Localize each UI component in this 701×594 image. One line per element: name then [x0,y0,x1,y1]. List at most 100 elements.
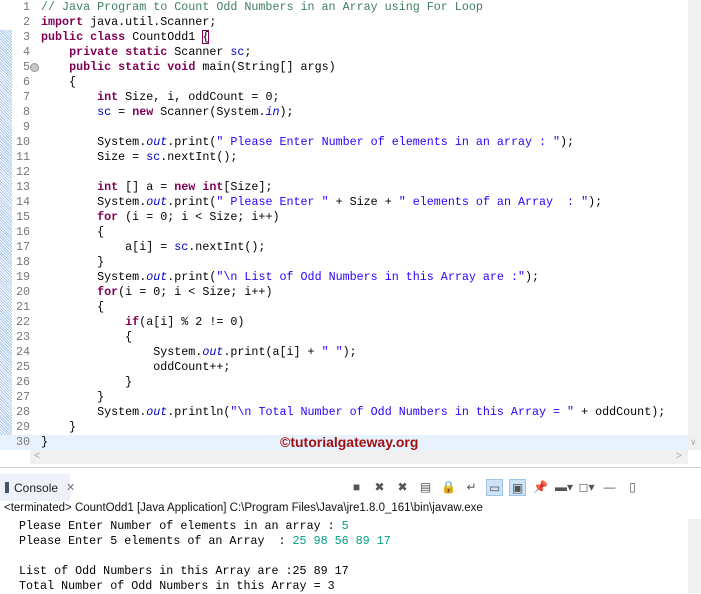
code-line[interactable]: 2 import java.util.Scanner; [0,15,688,30]
code-text: .print(a[i] + [223,345,322,359]
code-line[interactable]: 23 { [0,330,688,345]
open-console-icon[interactable]: ◻▾ [578,479,595,496]
line-text: Size = sc.nextInt(); [41,150,237,165]
code-text: } [41,255,105,269]
close-icon[interactable]: ✕ [66,481,75,494]
horizontal-scrollbar[interactable]: < > [30,450,688,464]
console-user-input: 5 [341,519,349,533]
code-line[interactable]: 4 private static Scanner sc; [0,45,688,60]
string-literal: " Please Enter " [216,195,329,209]
code-line[interactable]: 15 for (i = 0; i < Size; i++) [0,210,688,225]
console-line: Please Enter Number of elements in an ar… [0,519,688,534]
code-line[interactable]: 27 } [0,390,688,405]
code-line[interactable]: 28 System.out.println("\n Total Number o… [0,405,688,420]
code-line[interactable]: 10 System.out.print(" Please Enter Numbe… [0,135,688,150]
line-text: System.out.println("\n Total Number of O… [41,405,665,420]
code-line[interactable]: 25 oddCount++; [0,360,688,375]
keyword: class [90,30,126,44]
code-lines[interactable]: 1 // Java Program to Count Odd Numbers in… [0,0,688,450]
code-line[interactable]: 20 for(i = 0; i < Size; i++) [0,285,688,300]
terminate-icon[interactable]: ■ [348,479,365,496]
static-field: out [202,345,224,359]
scroll-lock-icon[interactable]: 🔒 [440,479,457,496]
string-literal: " elements of an Array : " [398,195,589,209]
line-number: 26 [15,375,30,389]
code-line[interactable]: 6 { [0,75,688,90]
console-output[interactable]: Please Enter Number of elements in an ar… [0,519,688,594]
code-editor[interactable]: 1 // Java Program to Count Odd Numbers in… [0,0,701,468]
fold-collapse-icon[interactable] [30,63,39,72]
code-line[interactable]: 21 { [0,300,688,315]
code-line[interactable]: 12 [0,165,688,180]
keyword: static [118,60,161,74]
code-line[interactable]: 17 a[i] = sc.nextInt(); [0,240,688,255]
code-text: System. [41,345,203,359]
code-line[interactable]: 16 { [0,225,688,240]
clear-console-icon[interactable]: ▤ [417,479,434,496]
line-number: 24 [15,345,30,359]
maximize-icon[interactable]: ▯ [624,479,641,496]
code-text: ; [244,45,252,59]
code-line[interactable]: 18 } [0,255,688,270]
console-icon [5,482,9,493]
code-line[interactable]: 1 // Java Program to Count Odd Numbers in… [0,0,688,15]
console-scrollbar[interactable] [688,519,701,593]
code-text: } [41,375,133,389]
code-line[interactable]: 9 [0,120,688,135]
line-number: 21 [15,300,30,314]
static-field: in [265,105,280,119]
code-text: Size, i, oddCount = 0; [118,90,280,104]
code-text: .println( [167,405,231,419]
line-text: } [41,375,132,390]
code-line[interactable]: 29 } [0,420,688,435]
scroll-down-icon[interactable]: ∨ [690,437,697,448]
line-number: 15 [15,210,30,224]
code-line[interactable]: 11 Size = sc.nextInt(); [0,150,688,165]
line-number: 28 [15,405,30,419]
code-text: } [41,435,49,449]
code-line[interactable]: 8 sc = new Scanner(System.in); [0,105,688,120]
code-line[interactable]: 3 public class CountOdd1 { [0,30,688,45]
remove-all-terminated-icon[interactable]: ✖ [394,479,411,496]
code-text: .print( [167,195,217,209]
line-text: public class CountOdd1 { [41,30,210,45]
code-text: .nextInt(); [188,240,266,254]
remove-launch-icon[interactable]: ✖ [371,479,388,496]
console-user-input: 25 98 56 89 17 [292,534,391,548]
line-number: 27 [15,390,30,404]
line-number: 12 [15,165,30,179]
show-on-stderr-icon[interactable]: ▣ [509,479,526,496]
minimize-icon[interactable]: — [601,479,618,496]
line-number: 17 [15,240,30,254]
matching-bracket: { [202,30,210,44]
console-header: Console ✕ ■ ✖ ✖ ▤ 🔒 ↵ ▭ ▣ 📌 ▬▾ ◻▾ — ▯ [0,474,701,501]
code-line[interactable]: 24 System.out.print(a[i] + " "); [0,345,688,360]
code-line[interactable]: 7 int Size, i, oddCount = 0; [0,90,688,105]
code-line[interactable]: 22 if(a[i] % 2 != 0) [0,315,688,330]
code-line[interactable]: 13 int [] a = new int[Size]; [0,180,688,195]
field: sc [230,45,245,59]
scroll-left-icon[interactable]: < [34,450,40,462]
code-text: Size = [41,150,147,164]
pin-console-icon[interactable]: 📌 [532,479,549,496]
line-text: a[i] = sc.nextInt(); [41,240,265,255]
show-on-stdout-icon[interactable]: ▭ [486,479,503,496]
code-text: Scanner [167,45,231,59]
code-line[interactable]: 5 public static void main(String[] args) [0,60,688,75]
scroll-right-icon[interactable]: > [676,450,682,462]
line-text: { [41,225,104,240]
keyword: static [125,45,168,59]
vertical-scrollbar[interactable]: ∨ [688,0,701,450]
code-line[interactable]: 14 System.out.print(" Please Enter " + S… [0,195,688,210]
keyword: new [174,180,196,194]
display-console-icon[interactable]: ▬▾ [555,479,573,496]
code-line[interactable]: 19 System.out.print("\n List of Odd Numb… [0,270,688,285]
string-literal: "\n List of Odd Numbers in this Array ar… [216,270,525,284]
tab-console[interactable]: Console ✕ [0,474,75,501]
code-line[interactable]: 26 } [0,375,688,390]
word-wrap-icon[interactable]: ↵ [463,479,480,496]
